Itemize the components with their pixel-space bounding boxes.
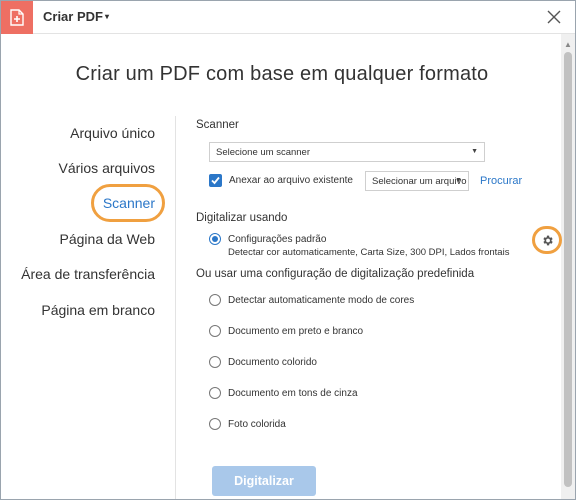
gear-icon [543, 235, 553, 246]
preset-grayscale-label[interactable]: Documento em tons de cinza [228, 388, 358, 399]
radio-preset-color[interactable] [209, 356, 221, 368]
nav-divider [175, 116, 176, 499]
file-select[interactable]: Selecionar um arquivo ▼ [365, 171, 469, 191]
scan-using-label: Digitalizar usando [196, 212, 288, 224]
nav-item-blank-page[interactable]: Página em branco [41, 302, 155, 318]
create-pdf-menu[interactable]: Criar PDF ▾ [43, 9, 109, 24]
acrobat-create-pdf-icon [1, 1, 33, 34]
preset-bw-label[interactable]: Documento em preto e branco [228, 326, 363, 337]
scroll-thumb[interactable] [564, 52, 572, 487]
scanner-section-label: Scanner [196, 119, 239, 131]
default-settings-label[interactable]: Configurações padrão [228, 234, 326, 245]
radio-preset-color-photo[interactable] [209, 418, 221, 430]
scanner-select[interactable]: Selecione um scanner ▼ [209, 142, 485, 162]
append-checkbox[interactable] [209, 174, 222, 187]
radio-preset-bw[interactable] [209, 325, 221, 337]
default-settings-detail: Detectar cor automaticamente, Carta Size… [228, 247, 510, 258]
radio-preset-auto-color[interactable] [209, 294, 221, 306]
preset-auto-color-label[interactable]: Detectar automaticamente modo de cores [228, 295, 414, 306]
chevron-down-icon: ▼ [471, 148, 478, 155]
scanner-select-value: Selecione um scanner [216, 147, 310, 158]
scroll-up-icon[interactable]: ▲ [564, 40, 572, 49]
chevron-down-icon: ▼ [455, 177, 462, 184]
checkmark-icon [211, 176, 220, 185]
create-pdf-dialog: Criar PDF ▾ ▲ Criar um PDF com base em qu… [0, 0, 576, 500]
title-bar: Criar PDF ▾ [1, 1, 575, 34]
append-checkbox-label[interactable]: Anexar ao arquivo existente [229, 175, 353, 186]
vertical-scrollbar[interactable]: ▲ [561, 34, 575, 499]
file-select-value: Selecionar um arquivo [372, 176, 467, 187]
close-button[interactable] [545, 8, 563, 26]
radio-default-settings[interactable] [209, 233, 221, 245]
create-pdf-menu-label: Criar PDF [43, 9, 103, 24]
preset-color-photo-label[interactable]: Foto colorida [228, 419, 286, 430]
close-icon [547, 10, 561, 24]
nav-item-clipboard[interactable]: Área de transferência [21, 266, 155, 282]
presets-section-label: Ou usar uma configuração de digitalizaçã… [196, 268, 475, 280]
page-title: Criar um PDF com base em qualquer format… [75, 63, 489, 85]
browse-link[interactable]: Procurar [480, 175, 522, 187]
radio-preset-grayscale[interactable] [209, 387, 221, 399]
nav-item-single-file[interactable]: Arquivo único [70, 125, 155, 141]
chevron-down-icon: ▾ [104, 12, 109, 21]
preset-color-label[interactable]: Documento colorido [228, 357, 317, 368]
nav-item-multiple-files[interactable]: Vários arquivos [59, 160, 156, 176]
nav-item-web-page[interactable]: Página da Web [60, 231, 155, 247]
scan-button[interactable]: Digitalizar [212, 466, 316, 496]
nav-item-scanner[interactable]: Scanner [103, 195, 155, 211]
scan-settings-button[interactable] [532, 226, 562, 254]
